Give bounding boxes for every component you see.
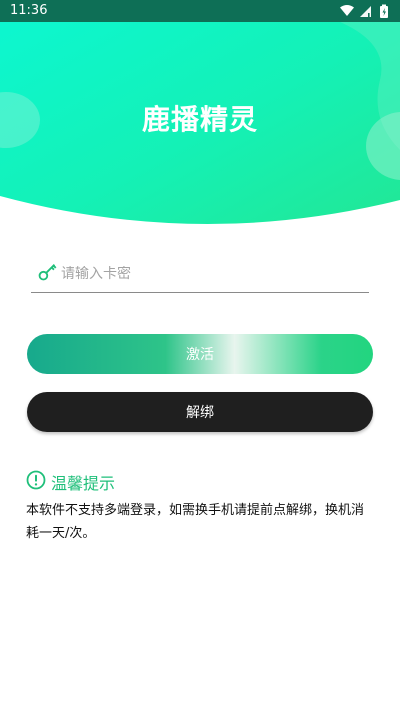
tip-title: 温馨提示 [51, 474, 116, 493]
activate-button[interactable]: 激活 [27, 334, 373, 374]
tip-header: 温馨提示 [26, 470, 115, 494]
unbind-button[interactable]: 解绑 [27, 392, 373, 432]
signal-icon [360, 6, 371, 17]
status-bar: 11:36 [0, 0, 400, 22]
card-code-field [31, 256, 369, 293]
card-code-input[interactable] [61, 266, 369, 282]
info-icon [26, 470, 51, 494]
app-title: 鹿播精灵 [141, 103, 258, 136]
status-icons [340, 4, 392, 18]
wifi-icon [340, 5, 354, 16]
status-time: 11:36 [10, 3, 48, 18]
battery-icon [380, 4, 388, 18]
tip-text: 本软件不支持多端登录，如需换手机请提前点解绑，换机消耗一天/次。 [26, 503, 365, 541]
key-icon [31, 261, 61, 287]
